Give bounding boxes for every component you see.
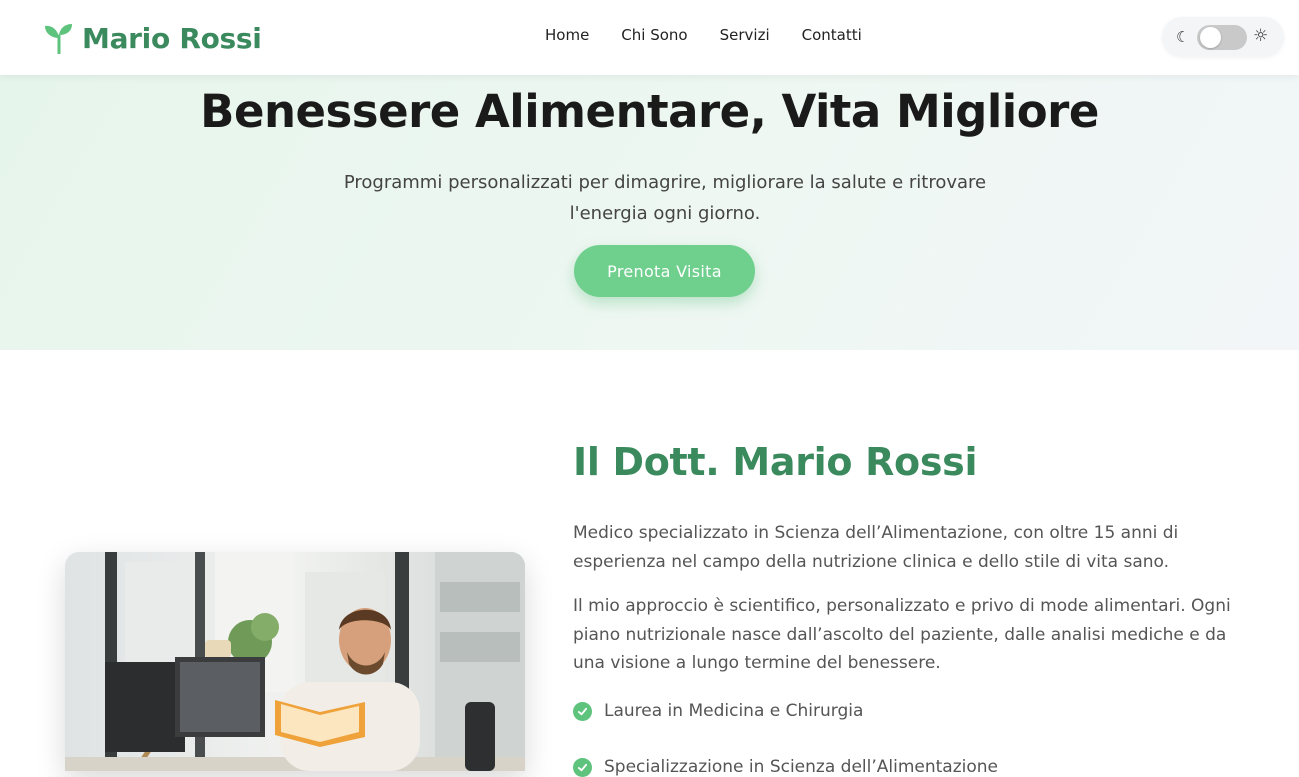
theme-switch[interactable] — [1197, 25, 1247, 50]
check-icon — [573, 701, 592, 721]
about-title: Il Dott. Mario Rossi — [573, 440, 978, 484]
nav-chi-sono[interactable]: Chi Sono — [621, 26, 687, 44]
doctor-photo-illustration — [65, 552, 525, 771]
check-icon — [573, 757, 592, 777]
about-paragraph: Medico specializzato in Scienza dell’Ali… — [573, 523, 1179, 572]
credential-label: Laurea in Medicina e Chirurgia — [604, 701, 864, 721]
moon-icon: ☾ — [1176, 28, 1190, 46]
logo[interactable]: Mario Rossi — [44, 20, 262, 56]
hero-title: Benessere Alimentare, Vita Migliore — [200, 85, 1099, 138]
credential-item: Laurea in Medicina e Chirurgia — [573, 701, 863, 721]
switch-knob — [1200, 27, 1221, 48]
book-visit-button[interactable]: Prenota Visita — [574, 245, 755, 297]
doctor-photo — [65, 552, 525, 771]
main-nav: Home Chi Sono Servizi Contatti — [545, 26, 862, 44]
sprout-icon — [45, 24, 72, 54]
sun-icon: ☼ — [1253, 26, 1269, 46]
about-paragraph: Il mio approccio è scientifico, personal… — [573, 596, 1231, 673]
credential-item: Specializzazione in Scienza dell’Aliment… — [573, 757, 998, 777]
credential-label: Specializzazione in Scienza dell’Aliment… — [604, 757, 998, 777]
nav-contatti[interactable]: Contatti — [802, 26, 862, 44]
nav-servizi[interactable]: Servizi — [720, 26, 770, 44]
nav-home[interactable]: Home — [545, 26, 589, 44]
logo-text: Mario Rossi — [82, 21, 262, 55]
hero-section: Benessere Alimentare, Vita Migliore Prog… — [0, 75, 1299, 350]
site-header: Mario Rossi Home Chi Sono Servizi Contat… — [0, 0, 1299, 75]
hero-subtitle: Programmi personalizzati per dimagrire, … — [343, 172, 987, 224]
theme-toggle[interactable]: ☾ ☼ — [1162, 17, 1284, 57]
